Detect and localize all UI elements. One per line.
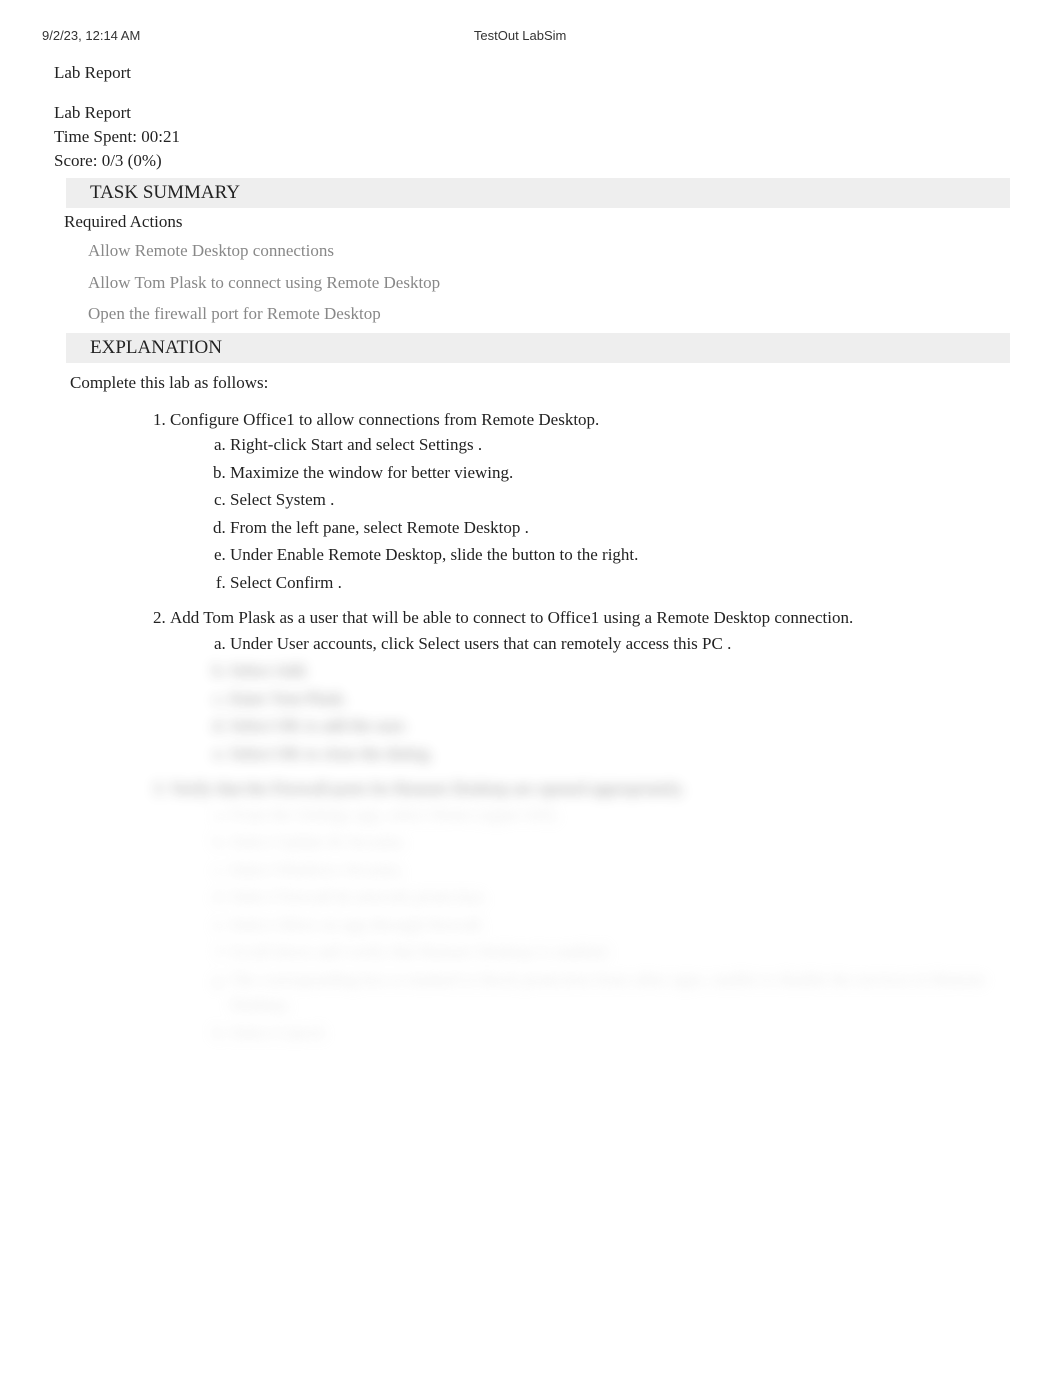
step-3-blurred: Verify that the Firewall ports for Remot… — [170, 776, 1020, 1045]
substep-blurred: Scroll down and verify that Remote Deskt… — [230, 939, 1020, 965]
substep-blurred: Select OK to add the user. — [230, 713, 1020, 739]
substep-blurred: Select Windows Security. — [230, 857, 1020, 883]
explanation-header: EXPLANATION — [66, 333, 1010, 363]
step-2: Add Tom Plask as a user that will be abl… — [170, 605, 1020, 766]
page-title: Lab Report — [54, 63, 1020, 83]
substep: Under Enable Remote Desktop, slide the b… — [230, 542, 1020, 568]
substep-blurred: Select Firewall & network protection. — [230, 884, 1020, 910]
time-spent: Time Spent: 00:21 — [54, 125, 1020, 149]
report-label: Lab Report — [54, 101, 1020, 125]
explanation-steps: Configure Office1 to allow connections f… — [170, 407, 1020, 1046]
substep-blurred: The corresponding box is marked to block… — [230, 967, 1020, 1018]
substep: Right-click Start and select Settings . — [230, 432, 1020, 458]
substep: Select System . — [230, 487, 1020, 513]
header-app-name: TestOut LabSim — [474, 28, 567, 43]
substep-blurred: From the Settings app, select Home (uppe… — [230, 802, 1020, 828]
required-actions-label: Required Actions — [64, 212, 1020, 232]
explanation-intro: Complete this lab as follows: — [70, 373, 1020, 393]
step-3-substeps: From the Settings app, select Home (uppe… — [230, 802, 1020, 1046]
substep-blurred: Select Add. — [230, 658, 1020, 684]
step-1: Configure Office1 to allow connections f… — [170, 407, 1020, 596]
substep: From the left pane, select Remote Deskto… — [230, 515, 1020, 541]
substep: Select Confirm . — [230, 570, 1020, 596]
step-1-substeps: Right-click Start and select Settings . … — [230, 432, 1020, 595]
substep: Maximize the window for better viewing. — [230, 460, 1020, 486]
page-header: 9/2/23, 12:14 AM TestOut LabSim — [42, 28, 1020, 43]
report-meta: Lab Report Time Spent: 00:21 Score: 0/3 … — [54, 101, 1020, 172]
action-item: Allow Tom Plask to connect using Remote … — [88, 270, 1020, 296]
score: Score: 0/3 (0%) — [54, 149, 1020, 173]
substep-blurred: Select Update & Security. — [230, 829, 1020, 855]
task-summary-header: TASK SUMMARY — [66, 178, 1010, 208]
substep-blurred: Select OK to close the dialog. — [230, 741, 1020, 767]
substep: Under User accounts, click Select users … — [230, 631, 1020, 657]
header-timestamp: 9/2/23, 12:14 AM — [42, 28, 140, 43]
substep-blurred: Select Cancel. — [230, 1020, 1020, 1046]
action-item: Open the firewall port for Remote Deskto… — [88, 301, 1020, 327]
substep-blurred: Enter Tom Plask. — [230, 686, 1020, 712]
step-2-substeps: Under User accounts, click Select users … — [230, 631, 1020, 767]
substep-blurred: Select Allow an app through firewall. — [230, 912, 1020, 938]
action-item: Allow Remote Desktop connections — [88, 238, 1020, 264]
